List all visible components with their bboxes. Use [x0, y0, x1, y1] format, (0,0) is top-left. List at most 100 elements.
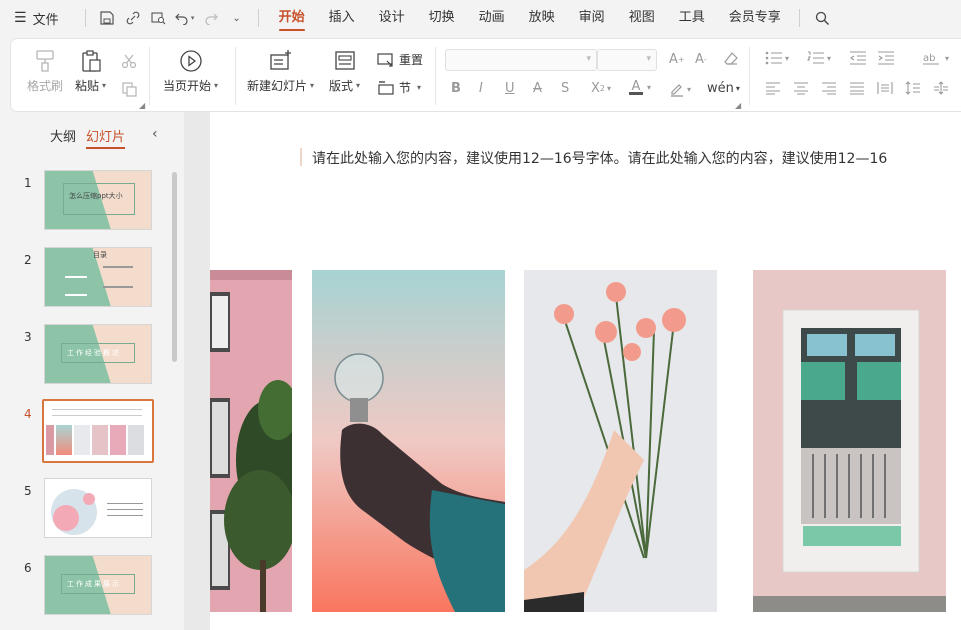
section-label: 节 — [399, 81, 412, 95]
chevron-down-icon: ▾ — [646, 54, 651, 64]
phonetic-guide-icon[interactable]: wén ▾ — [707, 81, 740, 96]
layout-button[interactable]: 版式 ▾ — [329, 49, 360, 94]
increase-indent-icon[interactable] — [877, 51, 895, 65]
file-menu[interactable]: ☰ 文件 — [14, 0, 59, 36]
slide-thumbnail-4[interactable]: 4 — [0, 399, 184, 463]
tab-outline[interactable]: 大纲 — [50, 126, 76, 145]
bold-icon[interactable]: B — [451, 81, 461, 96]
new-slide-label: 新建幻灯片 — [247, 79, 308, 93]
slide-photo-building[interactable] — [210, 270, 292, 612]
tab-slideshow[interactable]: 放映 — [517, 0, 567, 36]
slide-photo-flowers[interactable] — [524, 270, 717, 612]
tab-member[interactable]: 会员专享 — [717, 0, 793, 36]
tab-insert[interactable]: 插入 — [317, 0, 367, 36]
superscript-icon[interactable]: X 2 ▾ — [591, 81, 611, 96]
format-painter-button[interactable]: 格式刷 — [27, 49, 63, 94]
slide-preview: 工作成果展示 — [44, 555, 152, 615]
redo-button[interactable] — [198, 6, 224, 30]
scissors-icon — [121, 54, 137, 69]
thumb-title: 目录 — [93, 251, 107, 259]
numbered-list-icon[interactable]: ▾ — [807, 51, 831, 65]
text-direction-icon[interactable]: ab ▾ — [923, 51, 949, 65]
highlight-icon[interactable]: ▾ — [669, 81, 691, 97]
save-button[interactable] — [94, 6, 120, 30]
font-color-icon[interactable]: A — [629, 79, 643, 95]
slide-photo-lightbulb[interactable] — [312, 270, 505, 612]
underline-icon[interactable]: U — [505, 81, 515, 96]
font-launcher-icon[interactable]: ◢ — [735, 101, 741, 110]
slide-thumbnail-5[interactable]: 5 — [0, 478, 184, 540]
slide-thumbnail-6[interactable]: 6 工作成果展示 — [0, 555, 184, 617]
font-size-select[interactable]: ▾ — [597, 49, 657, 71]
chevron-down-icon[interactable]: ▾ — [647, 83, 651, 92]
align-center-icon[interactable] — [793, 81, 809, 95]
paste-button[interactable]: 粘贴 ▾ — [75, 49, 106, 94]
more-quick-access-button[interactable]: ⌄ — [224, 6, 250, 30]
reset-icon — [377, 52, 393, 67]
copy-button[interactable] — [121, 81, 137, 97]
print-preview-button[interactable] — [146, 6, 172, 30]
decrease-font-icon[interactable]: A- — [695, 52, 707, 67]
section-button[interactable]: 节 ▾ — [377, 79, 421, 96]
text-shadow-icon[interactable]: S — [561, 81, 569, 96]
search-button[interactable] — [810, 5, 836, 31]
chevron-down-icon: ▾ — [586, 54, 591, 64]
divider — [435, 47, 436, 105]
new-slide-icon — [269, 50, 291, 70]
share-button[interactable] — [120, 6, 146, 30]
thumb-circle — [83, 493, 95, 505]
clipboard-launcher-icon[interactable]: ◢ — [139, 101, 145, 110]
italic-icon[interactable]: I — [479, 81, 483, 96]
slide-thumbnail-3[interactable]: 3 工作经验概述 — [0, 324, 184, 386]
tab-animations[interactable]: 动画 — [467, 0, 517, 36]
align-right-icon[interactable] — [821, 81, 837, 95]
new-slide-button[interactable]: 新建幻灯片 ▾ — [247, 49, 314, 94]
tab-view[interactable]: 视图 — [617, 0, 667, 36]
thumb-title: 工作成果展示 — [67, 580, 121, 588]
tab-tools[interactable]: 工具 — [667, 0, 717, 36]
slide-page[interactable]: 请在此处输入您的内容，建议使用12—16号字体。请在此处输入您的内容，建议使用1… — [210, 112, 961, 630]
divider — [798, 9, 800, 27]
slide-number: 3 — [24, 330, 32, 344]
clear-format-icon[interactable] — [723, 51, 739, 67]
thumb-line — [65, 294, 87, 296]
panel-scrollbar[interactable] — [172, 172, 177, 362]
svg-text:ab: ab — [923, 53, 935, 64]
slide-thumbnail-1[interactable]: 1 怎么压缩ppt大小 — [0, 170, 184, 232]
tab-design[interactable]: 设计 — [367, 0, 417, 36]
hamburger-icon: ☰ — [14, 10, 27, 26]
tab-slides[interactable]: 幻灯片 — [86, 126, 126, 149]
distributed-align-icon[interactable] — [877, 81, 893, 95]
paragraph-spacing-icon[interactable] — [933, 81, 949, 95]
chevron-down-icon: ▾ — [214, 81, 219, 90]
text-cursor-marker — [300, 148, 302, 166]
decrease-indent-icon[interactable] — [849, 51, 867, 65]
ribbon-tabs: 开始 插入 设计 切换 动画 放映 审阅 视图 工具 会员专享 — [267, 0, 793, 36]
font-family-select[interactable]: ▾ — [445, 49, 597, 71]
copy-icon — [122, 82, 137, 97]
divider — [149, 47, 150, 105]
slide-text-box[interactable]: 请在此处输入您的内容，建议使用12—16号字体。请在此处输入您的内容，建议使用1… — [312, 148, 887, 168]
save-icon — [99, 11, 114, 25]
undo-icon — [174, 13, 188, 25]
thumb-photo — [74, 425, 90, 455]
align-left-icon[interactable] — [765, 81, 781, 95]
slide-thumbnail-2[interactable]: 2 目录 — [0, 247, 184, 309]
thumb-text-line — [107, 509, 143, 510]
slide-photo-window[interactable] — [753, 270, 946, 612]
tab-home[interactable]: 开始 — [267, 0, 317, 36]
quick-access-toolbar: ▾ ⌄ — [77, 0, 267, 36]
tab-review[interactable]: 审阅 — [567, 0, 617, 36]
cut-button[interactable] — [121, 53, 137, 69]
increase-font-icon[interactable]: A + — [669, 52, 685, 67]
photo-window — [753, 270, 946, 612]
strikethrough-icon[interactable]: A — [533, 81, 542, 96]
reset-button[interactable]: 重置 — [377, 51, 423, 68]
bullet-list-icon[interactable]: ▾ — [765, 51, 789, 65]
undo-button[interactable]: ▾ — [172, 6, 198, 30]
justify-icon[interactable] — [849, 81, 865, 95]
collapse-panel-icon[interactable]: ‹ — [152, 126, 158, 142]
line-spacing-icon[interactable] — [905, 81, 921, 95]
tab-transitions[interactable]: 切换 — [417, 0, 467, 36]
play-from-current-button[interactable]: 当页开始 ▾ — [163, 49, 218, 94]
